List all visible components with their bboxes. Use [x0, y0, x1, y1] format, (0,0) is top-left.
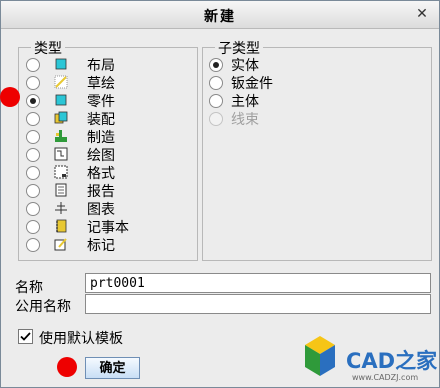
dialog-title: 新建	[204, 9, 236, 25]
cadzj-logo-icon	[305, 336, 335, 376]
close-icon[interactable]: ✕	[413, 5, 431, 23]
radio-sheetmetal[interactable]	[209, 76, 223, 90]
radio-part[interactable]	[26, 94, 40, 108]
report-icon	[55, 183, 67, 197]
radio-sketch[interactable]	[26, 76, 40, 90]
type-label-notebook: 记事本	[87, 220, 129, 236]
assembly-icon	[54, 111, 68, 124]
layout-icon	[55, 58, 67, 70]
drawing-icon	[54, 147, 68, 161]
radio-drawing[interactable]	[26, 148, 40, 162]
radio-diagram[interactable]	[26, 202, 40, 216]
type-label-layout: 布局	[87, 58, 115, 74]
watermark-url: www.CADZJ.com	[352, 373, 419, 382]
type-group-legend: 类型	[31, 38, 65, 58]
radio-body[interactable]	[209, 94, 223, 108]
subtype-label-solid: 实体	[231, 58, 259, 74]
sketch-icon	[54, 75, 68, 89]
type-label-drawing: 绘图	[87, 148, 115, 164]
name-label: 名称	[15, 280, 43, 296]
type-label-diagram: 图表	[87, 202, 115, 218]
checkmark-icon	[20, 332, 31, 341]
radio-solid[interactable]	[209, 58, 223, 72]
type-label-sketch: 草绘	[87, 76, 115, 92]
part-icon	[55, 94, 67, 106]
diagram-icon	[55, 202, 67, 214]
manufacturing-icon	[55, 130, 67, 142]
radio-format[interactable]	[26, 166, 40, 180]
annotation-dot-ok	[57, 357, 77, 377]
radio-assembly[interactable]	[26, 112, 40, 126]
notebook-icon	[56, 219, 67, 233]
radio-manufacturing[interactable]	[26, 130, 40, 144]
type-label-part: 零件	[87, 94, 115, 110]
default-template-checkbox[interactable]	[18, 329, 33, 344]
type-label-manufacturing: 制造	[87, 130, 115, 146]
markup-icon	[54, 238, 67, 251]
radio-notebook[interactable]	[26, 220, 40, 234]
type-label-report: 报告	[87, 184, 115, 200]
type-label-format: 格式	[87, 166, 115, 182]
subtype-label-body: 主体	[231, 94, 259, 110]
subtype-label-harness: 线束	[231, 112, 259, 128]
title-bar[interactable]: 新建 ✕	[1, 1, 439, 29]
radio-layout[interactable]	[26, 58, 40, 72]
radio-harness	[209, 112, 223, 126]
type-label-assembly: 装配	[87, 112, 115, 128]
annotation-dot-part	[0, 87, 20, 107]
common-name-input[interactable]	[85, 294, 431, 314]
name-input[interactable]: prt0001	[85, 273, 431, 293]
common-name-label: 公用名称	[15, 299, 71, 315]
watermark-text: CAD之家	[346, 349, 438, 373]
new-file-dialog: 新建 ✕ 类型 布局 草绘 零件 装配 制造 绘图 格式 报告 图表 记事本 标…	[0, 0, 440, 388]
radio-markup[interactable]	[26, 238, 40, 252]
ok-button[interactable]: 确定	[85, 357, 140, 379]
default-template-label: 使用默认模板	[39, 331, 123, 347]
type-label-markup: 标记	[87, 238, 115, 254]
radio-report[interactable]	[26, 184, 40, 198]
subtype-label-sheetmetal: 钣金件	[231, 76, 273, 92]
format-icon	[54, 165, 68, 179]
